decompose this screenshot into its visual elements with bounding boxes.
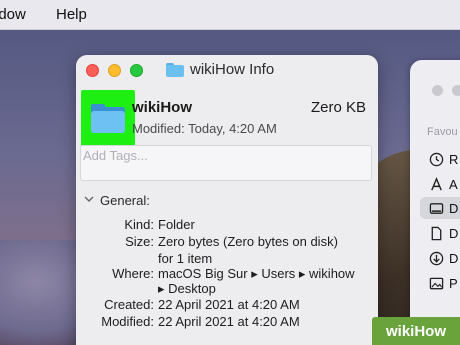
info-titlebar[interactable]: wikiHow Info [76,55,378,85]
folder-icon [166,62,184,77]
sidebar-item-documents[interactable]: D [420,222,460,244]
pictures-icon [428,275,444,291]
item-size: Zero KB [310,99,366,116]
sidebar-item-downloads[interactable]: D [420,247,460,269]
sidebar-item-desktop[interactable]: D [420,197,460,219]
modified-label: Modified: [101,314,154,329]
general-section-toggle[interactable]: General: [84,193,150,208]
size-label: Size: [125,234,154,249]
menubar: ndow Help [0,0,460,30]
window-title-text: wikiHow Info [190,61,275,78]
sidebar-item-label: R [449,151,459,167]
where-value: macOS Big Sur ▸ Users ▸ wikihow [158,266,355,281]
sidebar-item-recents[interactable]: R [420,148,460,170]
item-modified: Modified: Today, 4:20 AM [132,121,277,136]
watermark: wikiHow [372,317,460,345]
download-icon [428,250,444,266]
minimize-button[interactable] [108,64,121,77]
menu-help[interactable]: Help [56,6,87,23]
tags-placeholder: Add Tags... [83,148,148,163]
window-title: wikiHow Info [166,61,274,78]
finder-minimize-button[interactable] [452,85,460,96]
sidebar-item-label: P [449,275,458,291]
size-value: Zero bytes (Zero bytes on disk) [158,234,338,249]
sidebar-item-label: A [449,176,458,192]
desktop-icon [428,200,444,216]
sidebar-item-label: D [449,250,459,266]
clock-icon [428,151,444,167]
sidebar-section-favourites: Favou [427,126,458,138]
where-label: Where: [112,266,154,281]
sidebar-item-applications[interactable]: A [420,173,460,195]
finder-close-button[interactable] [432,85,443,96]
zoom-button[interactable] [130,64,143,77]
created-label: Created: [104,297,154,312]
modified-value: 22 April 2021 at 4:20 AM [158,314,300,329]
general-label: General: [100,193,150,208]
menu-window[interactable]: ndow [0,6,26,23]
where-value-cont: ▸ Desktop [158,281,216,296]
finder-window: Favou R A D D D P [410,60,460,345]
created-value: 22 April 2021 at 4:20 AM [158,297,300,312]
sidebar-item-label: D [449,200,459,216]
highlight-box [81,90,135,146]
sidebar-item-label: D [449,225,459,241]
kind-value: Folder [158,217,195,232]
item-name: wikiHow [132,99,193,116]
folder-icon[interactable] [89,98,127,136]
document-icon [428,225,444,241]
tags-field[interactable]: Add Tags... [80,145,372,181]
close-button[interactable] [86,64,99,77]
applications-icon [428,176,444,192]
watermark-text: wikiHow [385,322,446,340]
info-window: wikiHow Info wikiHow Zero KB Modified: T… [76,55,378,345]
size-value-cont: for 1 item [158,251,213,266]
kind-label: Kind: [124,217,154,232]
sidebar-item-pictures[interactable]: P [420,272,460,294]
chevron-down-icon [84,195,94,206]
